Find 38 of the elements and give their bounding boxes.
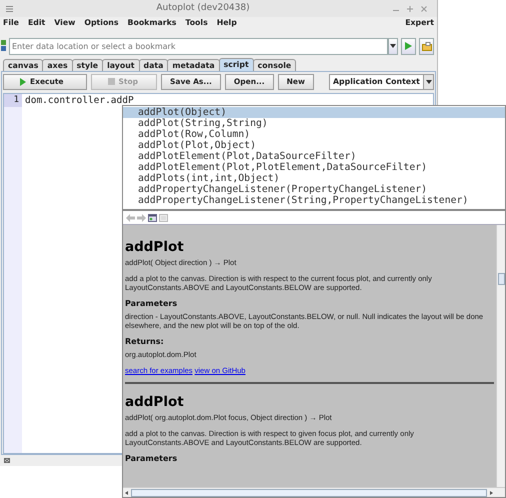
completion-item[interactable]: addPropertyChangeListener(PropertyChangeListener) [123, 184, 505, 195]
horizontal-scrollbar[interactable] [123, 487, 505, 497]
scroll-right-icon[interactable] [490, 490, 493, 494]
completion-item[interactable]: addPlotElement(Plot,DataSourceFilter) [123, 151, 505, 162]
window-title: Autoplot (dev20438) [155, 2, 251, 15]
folder-icon [422, 42, 432, 50]
scroll-left-icon[interactable] [125, 490, 128, 494]
doc-title: addPlot [125, 394, 185, 410]
completion-item[interactable]: addPlotElement(Plot,PlotElement,DataSourceFilter) [123, 162, 505, 173]
menu-icon[interactable] [6, 6, 13, 12]
play-icon [20, 78, 26, 86]
play-icon [405, 42, 412, 50]
data-source-icon [1, 40, 6, 52]
line-number: 1 [4, 94, 22, 107]
code-line: dom.controller.addP [24, 94, 134, 107]
dropdown-button[interactable] [388, 38, 398, 54]
completion-item[interactable]: addPlot(String,String) [123, 118, 505, 129]
section-heading: Returns: [125, 337, 165, 346]
back-icon[interactable] [126, 214, 135, 222]
browser-icon[interactable] [148, 214, 157, 222]
completion-item[interactable]: addPlot(Plot,Object) [123, 140, 505, 151]
completion-item[interactable]: addPlot(Object) [123, 107, 505, 118]
section-heading: Parameters [125, 299, 178, 308]
completion-item[interactable]: addPropertyChangeListener(String,PropertyChangeListener) [123, 195, 505, 206]
address-field[interactable]: Enter data location or select a bookmark [9, 38, 388, 54]
close-icon[interactable] [421, 6, 427, 12]
caret-icon [426, 80, 432, 84]
folder-button[interactable] [419, 38, 434, 54]
dropdown-button[interactable] [423, 74, 433, 88]
caret-icon [390, 44, 396, 48]
completion-item[interactable]: addPlot(Row,Column) [123, 129, 505, 140]
maximize-icon[interactable] [407, 6, 413, 12]
vertical-scrollbar[interactable] [496, 225, 505, 487]
section-heading: Parameters [125, 454, 178, 464]
status-icon [4, 458, 10, 463]
completion-item[interactable]: addPlots(int,int,Object) [123, 173, 505, 184]
stop-icon [108, 78, 115, 85]
doc-title: addPlot [125, 239, 185, 256]
